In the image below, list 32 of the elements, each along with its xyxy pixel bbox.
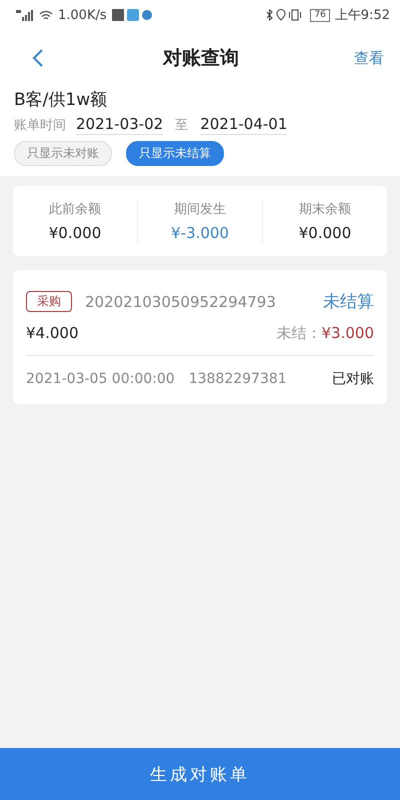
back-icon xyxy=(32,48,44,68)
settlement-status: 未结算 xyxy=(323,291,374,313)
summary-label: 此前余额 xyxy=(49,201,101,218)
network-speed: 1.00K/s xyxy=(58,8,107,22)
period-separator: 至 xyxy=(175,117,188,134)
page-title: 对账查询 xyxy=(163,46,239,71)
filter-chip[interactable]: 只显示未结算 xyxy=(126,141,224,166)
type-tag: 采购 xyxy=(26,291,72,312)
start-date-field[interactable]: 2021-03-02 xyxy=(76,115,164,135)
view-button[interactable]: 查看 xyxy=(354,48,384,68)
customer-name: B客/供1w额 xyxy=(14,89,108,111)
summary-value: ¥0.000 xyxy=(298,224,352,242)
order-datetime: 2021-03-05 00:00:00 xyxy=(26,371,175,387)
battery-level: 76 xyxy=(310,8,330,22)
signal-icon xyxy=(16,10,34,20)
clock: 上午9:52 xyxy=(334,7,390,24)
unsettled-label: 未结： xyxy=(276,324,322,342)
period-label: 账单时间 xyxy=(14,117,66,134)
wifi-icon xyxy=(39,10,53,20)
summary-value: ¥0.000 xyxy=(48,224,102,242)
generate-statement-button[interactable]: 生成对账单 xyxy=(0,748,400,800)
reconcile-status: 已对账 xyxy=(332,370,374,388)
end-date-field[interactable]: 2021-04-01 xyxy=(200,115,288,135)
summary-label: 期间发生 xyxy=(174,201,226,218)
unsettled-amount: ¥3.000 xyxy=(322,324,374,342)
phone-number: 13882297381 xyxy=(188,371,288,387)
filter-chip[interactable]: 只显示未对账 xyxy=(14,141,112,166)
record-card[interactable]: 采购 20202103050952294793 未结算 ¥4.000 未结：¥3.000 2021-03-05 00:00:00 13882297381 已对账 xyxy=(13,270,387,404)
summary-value: ¥-3.000 xyxy=(171,224,229,242)
order-number: 20202103050952294793 xyxy=(85,292,277,310)
summary-label: 期末余额 xyxy=(299,201,351,218)
order-amount: ¥4.000 xyxy=(26,324,78,342)
